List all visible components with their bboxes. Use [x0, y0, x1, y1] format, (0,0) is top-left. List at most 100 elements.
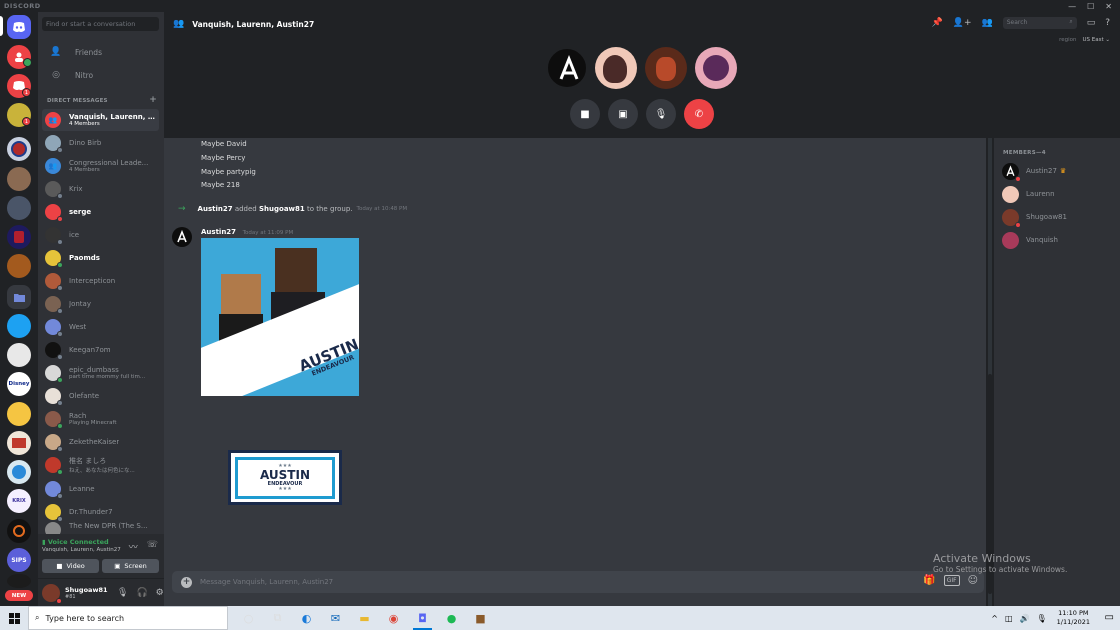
tray-overflow-icon[interactable]: ^ [991, 614, 998, 623]
dm-item[interactable]: epic_dumbass part time mommy full tim... [42, 362, 159, 384]
maximize-button[interactable]: ☐ [1087, 2, 1094, 11]
server-icon-8[interactable] [7, 254, 31, 278]
image-attachment-logo[interactable]: ★★★ AUSTIN ENDEAVOUR ★★★ [228, 450, 342, 505]
pin-icon[interactable]: 📌 [932, 18, 943, 28]
create-dm-button[interactable]: + [149, 96, 157, 105]
network-icon[interactable]: ◫ [1005, 614, 1013, 623]
server-icon-7[interactable] [7, 225, 31, 249]
start-button[interactable] [0, 606, 28, 630]
home-button[interactable] [7, 15, 31, 39]
message-composer[interactable]: + Message Vanquish, Laurenn, Austin27 🎁 … [172, 571, 984, 593]
call-participant-laurenn[interactable] [595, 47, 637, 89]
dm-item[interactable]: Intercepticon [42, 270, 159, 292]
chrome-icon[interactable]: ◉ [379, 606, 408, 630]
inbox-icon[interactable]: ▭ [1087, 18, 1096, 28]
leave-call-button[interactable]: ✆ [684, 99, 714, 129]
new-servers-pill[interactable]: NEW [5, 590, 33, 601]
dm-item[interactable]: Paomds [42, 247, 159, 269]
mail-icon[interactable]: ✉ [321, 606, 350, 630]
add-friend-icon[interactable]: 👤+ [953, 18, 972, 28]
minimize-button[interactable]: — [1068, 2, 1076, 11]
image-attachment-austin-endeavour[interactable]: AUSTIN ENDEAVOUR [201, 238, 359, 396]
spotify-icon[interactable]: ● [437, 606, 466, 630]
discord-taskbar-icon[interactable]: ◘ [408, 606, 437, 630]
volume-icon[interactable]: 🔊 [1020, 614, 1030, 623]
emoji-icon[interactable]: ☺ [968, 575, 978, 586]
user-avatar[interactable] [42, 583, 62, 604]
dm-item[interactable]: serge [42, 201, 159, 223]
nitro-nav[interactable]: ◎ Nitro [42, 65, 160, 85]
system-target[interactable]: Shugoaw81 [259, 205, 305, 213]
server-icon-10[interactable] [7, 343, 31, 367]
notifications-icon[interactable]: ▭ [1105, 612, 1114, 623]
region-selector[interactable]: region US East ⌄ [1059, 37, 1110, 43]
cortana-icon[interactable]: ○ [234, 606, 263, 630]
screen-share-call-button[interactable]: ▣ [608, 99, 638, 129]
taskbar-search[interactable]: ⌕ Type here to search [28, 606, 228, 630]
minecraft-icon[interactable]: ■ [466, 606, 495, 630]
video-button[interactable]: ■ Video [42, 559, 99, 573]
server-icon-11[interactable] [7, 402, 31, 426]
gift-icon[interactable]: 🎁 [923, 575, 935, 586]
dm-item[interactable]: ZeketheKaiser [42, 431, 159, 453]
close-button[interactable]: ✕ [1105, 2, 1112, 11]
server-icon-12[interactable] [7, 431, 31, 455]
dm-item[interactable]: Dino Birb [42, 132, 159, 154]
message-author[interactable]: Austin27 [201, 228, 236, 236]
dm-item[interactable]: West [42, 316, 159, 338]
dm-item[interactable]: 椎名 ましろ ねえ、あなたは何色にな... [42, 454, 159, 476]
camera-toggle-button[interactable]: ■ [570, 99, 600, 129]
dm-item[interactable]: Keegan7om [42, 339, 159, 361]
headphones-icon[interactable]: 🎧 [136, 588, 147, 598]
dm-item[interactable]: 👥 Congressional Leade... 4 Members [42, 155, 159, 177]
help-icon[interactable]: ? [1105, 18, 1110, 28]
dm-item[interactable]: Dr.Thunder7 [42, 501, 159, 523]
call-participant-shugoaw81[interactable] [645, 47, 687, 89]
server-icon-4[interactable] [7, 137, 31, 161]
disconnect-icon[interactable]: ☏ [147, 540, 158, 553]
upload-button[interactable]: + [181, 576, 192, 588]
gif-button[interactable]: GIF [943, 575, 960, 586]
file-explorer-icon[interactable]: ▬ [350, 606, 379, 630]
call-participant-austin27[interactable] [546, 47, 588, 89]
server-icon-krix[interactable]: KRIX [7, 489, 31, 513]
dm-item[interactable]: Krix [42, 178, 159, 200]
screen-share-button[interactable]: ▣ Screen [102, 559, 159, 573]
server-icon-15[interactable] [7, 574, 31, 588]
dm-item[interactable]: Leanne [42, 478, 159, 500]
dm-item[interactable]: Rach Playing Minecraft [42, 408, 159, 430]
message-input[interactable]: Message Vanquish, Laurenn, Austin27 [200, 578, 333, 586]
server-icon-sips[interactable]: SIPS [7, 548, 31, 572]
server-icon-9[interactable] [7, 314, 31, 338]
dm-item[interactable]: Olefante [42, 385, 159, 407]
server-icon-6[interactable] [7, 196, 31, 220]
dm-item[interactable]: ice [42, 224, 159, 246]
chat-scrollbar[interactable] [988, 138, 992, 606]
members-list-icon[interactable]: 👥 [981, 18, 992, 28]
find-conversation-input[interactable]: Find or start a conversation [42, 17, 159, 31]
edge-icon[interactable]: ◐ [292, 606, 321, 630]
dm-item[interactable]: The New DPR (The S... [42, 522, 159, 534]
microphone-icon[interactable]: 🎙 [1037, 614, 1047, 623]
server-icon-13[interactable] [7, 460, 31, 484]
member-item[interactable]: Shugoaw81 [1002, 207, 1067, 228]
task-view-icon[interactable]: ⧉ [263, 606, 292, 630]
dm-item[interactable]: 👥 Vanquish, Laurenn, A... 4 Members [42, 109, 159, 131]
member-item[interactable]: Laurenn [1002, 184, 1055, 204]
system-actor[interactable]: Austin27 [198, 205, 233, 213]
search-input[interactable]: Search ⌕ [1002, 17, 1077, 29]
server-icon-5[interactable] [7, 167, 31, 191]
call-participant-vanquish[interactable] [695, 47, 737, 89]
member-item[interactable]: Austin27 ♛ [1002, 161, 1066, 182]
friends-nav[interactable]: 👤 Friends [42, 42, 160, 62]
mic-icon[interactable]: 🎙 [117, 588, 128, 598]
clock[interactable]: 11:10 PM 1/11/2021 [1057, 609, 1090, 627]
server-icon-14[interactable] [7, 519, 31, 543]
member-item[interactable]: Vanquish [1002, 230, 1058, 250]
noise-suppression-icon[interactable]: 〰 [129, 540, 138, 553]
server-folder[interactable] [7, 285, 31, 309]
mute-button[interactable]: 🎙 [646, 99, 676, 129]
author-avatar[interactable] [172, 227, 192, 247]
dm-item[interactable]: Jontay [42, 293, 159, 315]
settings-gear-icon[interactable]: ⚙ [156, 588, 164, 598]
